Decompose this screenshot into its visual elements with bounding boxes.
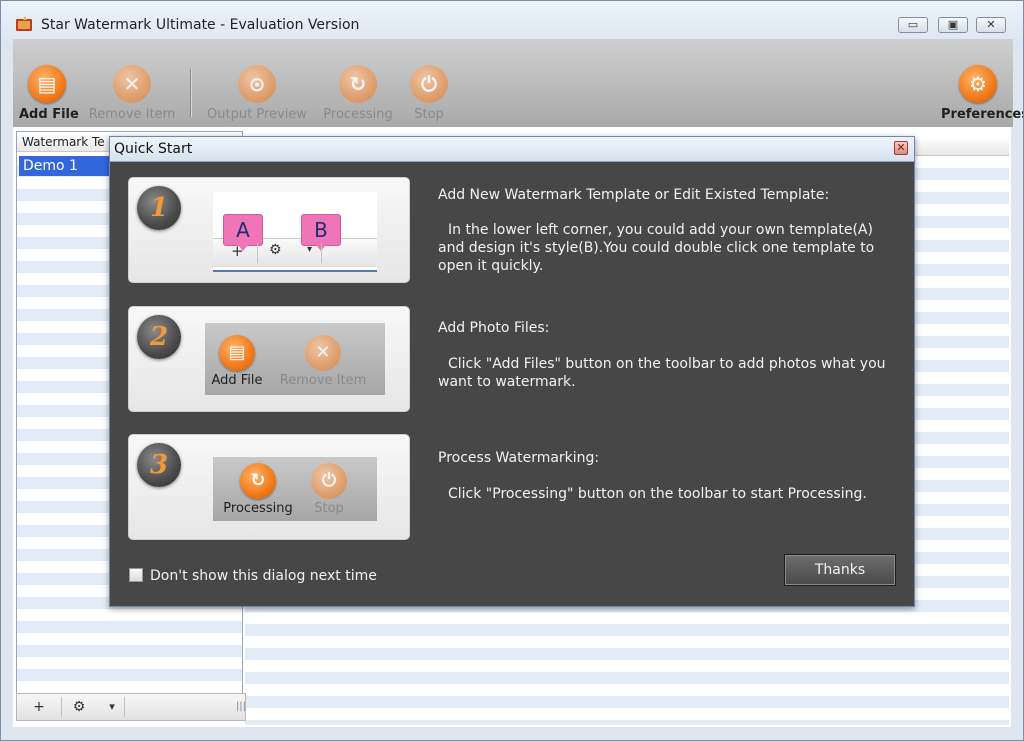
power-icon: ⏻ [311, 463, 347, 499]
add-icon: + [231, 242, 244, 260]
illustration-processing: ↻ Processing [219, 463, 297, 516]
illustration-remove-item-label: Remove Item [279, 373, 367, 388]
step-2-number: 2 [137, 315, 181, 359]
step-3-number: 3 [137, 443, 181, 487]
close-button[interactable]: ✕ [976, 17, 1006, 33]
template-item-demo-1[interactable]: Demo 1 [19, 156, 115, 176]
settings-icon[interactable]: ⚙ [69, 697, 89, 717]
remove-icon: ✕ [113, 65, 151, 103]
minimize-button[interactable]: ▭ [898, 17, 928, 33]
processing-button[interactable]: ↻ Processing [320, 65, 396, 122]
bottom-bar-separator [124, 697, 125, 717]
bottom-bar-separator [61, 697, 62, 717]
step-1-card: 1 A B + ⚙ ▾ [128, 177, 410, 283]
add-file-button[interactable]: ▤ Add File [19, 65, 79, 122]
illustration-separator [321, 243, 322, 263]
add-file-label: Add File [19, 107, 79, 122]
illustration-separator [257, 243, 258, 263]
step-2-illustration: ▤ Add File ✕ Remove Item [205, 323, 385, 395]
illustration-stop: ⏻ Stop [307, 463, 351, 516]
illustration-stop-label: Stop [314, 501, 344, 516]
preferences-label: Preferences [941, 107, 1024, 122]
chevron-down-icon[interactable]: ▾ [105, 697, 119, 717]
add-template-button[interactable]: + [29, 697, 49, 717]
step-2-card: 2 ▤ Add File ✕ Remove Item [128, 306, 410, 412]
dont-show-label[interactable]: Don't show this dialog next time [150, 568, 377, 584]
illustration-remove-item: ✕ Remove Item [277, 335, 369, 388]
toolbar-separator [190, 69, 192, 117]
maximize-button[interactable]: ▣ [938, 17, 968, 33]
output-preview-button[interactable]: ⊙ Output Preview [205, 65, 309, 122]
step-2-description: Click "Add Files" button on the toolbar … [438, 356, 886, 390]
quick-start-dialog: Quick Start ✕ 1 A B + ⚙ ▾ Add New Waterm… [109, 136, 915, 607]
step-1-number: 1 [137, 186, 181, 230]
step-2-heading: Add Photo Files: [438, 320, 550, 336]
template-bottom-bar: + ⚙ ▾ ||| [16, 693, 246, 721]
app-logo-icon [16, 16, 32, 31]
output-preview-label: Output Preview [207, 107, 307, 122]
chevron-down-icon: ▾ [307, 244, 313, 255]
user-gear-icon: ⚙ [959, 65, 997, 103]
remove-icon: ✕ [305, 335, 341, 371]
close-icon[interactable]: ✕ [894, 141, 908, 155]
refresh-icon: ↻ [339, 65, 377, 103]
step-1-description: In the lower left corner, you could add … [438, 222, 875, 274]
add-file-icon: ▤ [28, 65, 66, 103]
stop-label: Stop [414, 107, 444, 122]
dialog-title: Quick Start [114, 141, 193, 157]
remove-item-button[interactable]: ✕ Remove Item [87, 65, 177, 122]
illustration-add-file-label: Add File [211, 373, 263, 388]
toolbar: ▤ Add File ✕ Remove Item ⊙ Output Previe… [13, 39, 1024, 127]
illustration-processing-label: Processing [223, 501, 293, 516]
dialog-title-bar: Quick Start ✕ [110, 137, 914, 162]
preview-icon: ⊙ [238, 65, 276, 103]
remove-item-label: Remove Item [88, 107, 176, 122]
step-3-description: Click "Processing" button on the toolbar… [448, 486, 867, 502]
gear-icon: ⚙ [269, 242, 282, 258]
step-1-illustration: A B + ⚙ ▾ [213, 192, 377, 272]
illustration-add-file: ▤ Add File [207, 335, 267, 388]
thanks-button[interactable]: Thanks [784, 554, 896, 586]
refresh-icon: ↻ [240, 463, 276, 499]
add-file-icon: ▤ [219, 335, 255, 371]
power-icon: ⏻ [410, 65, 448, 103]
window-title: Star Watermark Ultimate - Evaluation Ver… [41, 17, 360, 33]
dont-show-checkbox[interactable] [129, 568, 143, 582]
step-1-heading: Add New Watermark Template or Edit Exist… [438, 187, 830, 203]
resize-grip-icon[interactable]: ||| [235, 697, 247, 717]
step-3-heading: Process Watermarking: [438, 450, 600, 466]
tag-b: B [301, 214, 341, 251]
stop-button[interactable]: ⏻ Stop [407, 65, 451, 122]
processing-label: Processing [323, 107, 393, 122]
step-3-card: 3 ↻ Processing ⏻ Stop [128, 434, 410, 540]
preferences-button[interactable]: ⚙ Preferences [941, 65, 1024, 122]
step-3-illustration: ↻ Processing ⏻ Stop [213, 457, 377, 521]
